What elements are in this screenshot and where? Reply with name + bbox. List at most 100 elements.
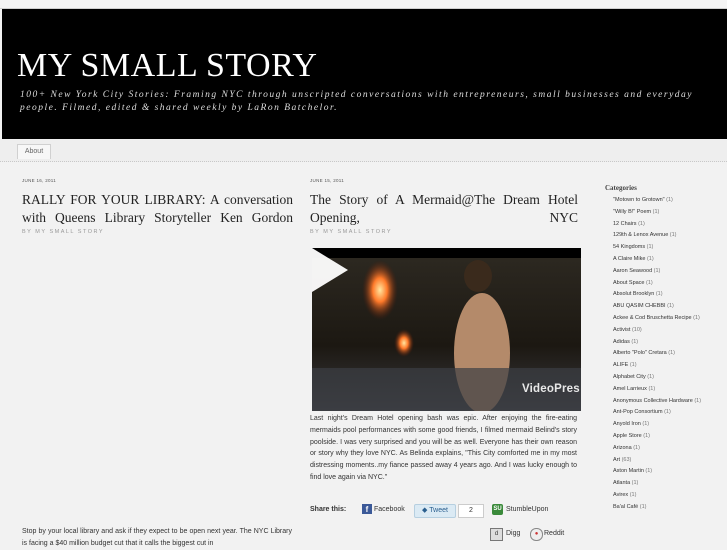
category-count: (1) — [633, 444, 640, 451]
site-tagline: 100+ New York City Stories: Framing NYC … — [20, 90, 694, 113]
category-item[interactable]: Avirex (1) — [613, 490, 721, 502]
category-item[interactable]: 12 Chairs (1) — [613, 219, 721, 231]
category-item[interactable]: Art (63) — [613, 455, 721, 467]
post-title[interactable]: RALLY FOR YOUR LIBRARY: A conversation w… — [22, 191, 293, 227]
category-name[interactable]: Ackee & Cod Bruschetta Recipe — [613, 315, 692, 321]
tweet-label: Tweet — [429, 507, 448, 514]
video-player[interactable]: VideoPres — [312, 248, 581, 411]
nav-bar — [0, 139, 727, 162]
category-item[interactable]: "Willy B!" Poem (1) — [613, 207, 721, 219]
category-item[interactable]: A Claire Mike (1) — [613, 254, 721, 266]
category-count: (1) — [646, 279, 653, 286]
category-name[interactable]: "Motown to Grotown" — [613, 197, 665, 203]
tweet-button[interactable]: ◆ Tweet — [414, 504, 456, 518]
category-name[interactable]: Alberto "Polo" Cretara — [613, 350, 667, 356]
category-item[interactable]: Ant-Pop Consortium (1) — [613, 407, 721, 419]
tweet-count: 2 — [458, 504, 484, 518]
category-name[interactable]: Amel Larrieux — [613, 386, 647, 392]
category-item[interactable]: 129th & Lenox Avenue (1) — [613, 230, 721, 242]
category-item[interactable]: Activist (10) — [613, 325, 721, 337]
category-item[interactable]: Alberto "Polo" Cretara (1) — [613, 348, 721, 360]
share-label: Share this: — [310, 506, 347, 513]
category-count: (1) — [652, 208, 660, 215]
category-name[interactable]: Aaron Seawood — [613, 268, 652, 274]
post-byline: BY MY SMALL STORY — [22, 229, 105, 235]
category-name[interactable]: Arizona — [613, 445, 632, 451]
post-excerpt: Stop by your local library and ask if th… — [22, 528, 292, 547]
category-item[interactable]: Apple Store (1) — [613, 431, 721, 443]
share-bar-secondary: d Digg ● Reddit — [490, 528, 580, 544]
post-title-line[interactable]: RALLY FOR YOUR LIBRARY: A conversation — [22, 191, 293, 209]
category-item[interactable]: Aston Martin (1) — [613, 466, 721, 478]
category-name[interactable]: Ba'al Café — [613, 504, 638, 510]
category-count: (1) — [647, 373, 654, 380]
nav-tab-about[interactable]: About — [17, 144, 51, 159]
category-item[interactable]: Ba'al Café (1) — [613, 502, 721, 514]
category-name[interactable]: Aston Martin — [613, 468, 644, 474]
post-title[interactable]: The Story of A Mermaid@The Dream Hotel O… — [310, 191, 578, 227]
category-name[interactable]: Activist — [613, 327, 630, 333]
category-name[interactable]: Alphabet City — [613, 374, 646, 380]
stumbleupon-icon[interactable]: SU — [492, 504, 503, 515]
play-icon[interactable] — [312, 248, 348, 292]
share-bar: Share this: f Facebook ◆ Tweet 2 SU Stum… — [310, 503, 585, 519]
post-date: JUNE 16, 2011 — [22, 178, 57, 183]
post-content: Last night's Dream Hotel opening bash wa… — [310, 415, 577, 481]
category-item[interactable]: "Motown to Grotown" (1) — [613, 195, 721, 207]
digg-icon[interactable]: d — [490, 528, 503, 541]
category-item[interactable]: Aaron Seawood (1) — [613, 266, 721, 278]
share-digg-button[interactable]: Digg — [506, 530, 520, 537]
category-name[interactable]: Art — [613, 457, 620, 463]
category-count: (1) — [629, 362, 637, 369]
category-item[interactable]: 54 Kingdoms (1) — [613, 242, 721, 254]
category-name[interactable]: Apple Store — [613, 433, 642, 439]
category-count: (1) — [694, 397, 702, 404]
category-name[interactable]: Atlanta — [613, 480, 630, 486]
category-item[interactable]: Amel Larrieux (1) — [613, 384, 721, 396]
category-name[interactable]: ALIFE — [613, 362, 628, 368]
category-item[interactable]: Absolut Brooklyn (1) — [613, 289, 721, 301]
facebook-icon[interactable]: f — [362, 504, 372, 514]
category-count: (1) — [631, 480, 639, 487]
category-item[interactable]: Adidas (1) — [613, 337, 721, 349]
category-name[interactable]: 54 Kingdoms — [613, 244, 645, 250]
category-name[interactable]: Avirex — [613, 492, 628, 498]
share-reddit-button[interactable]: Reddit — [544, 530, 564, 537]
category-count: (1) — [668, 350, 676, 357]
category-item[interactable]: About Space (1) — [613, 278, 721, 290]
category-name[interactable]: Anyold Iron — [613, 421, 641, 427]
reddit-icon[interactable]: ● — [530, 528, 543, 541]
category-count: (1) — [646, 244, 654, 251]
category-count: (1) — [631, 338, 639, 345]
category-name[interactable]: About Space — [613, 280, 645, 286]
category-item[interactable]: Alphabet City (1) — [613, 372, 721, 384]
categories-heading: Categories — [605, 184, 637, 192]
share-stumbleupon-button[interactable]: StumbleUpon — [506, 506, 548, 513]
category-name[interactable]: 129th & Lenox Avenue — [613, 232, 668, 238]
category-name[interactable]: Absolut Brooklyn — [613, 291, 654, 297]
category-item[interactable]: Atlanta (1) — [613, 478, 721, 490]
post-title-line[interactable]: with Queens Library Storyteller Ken Gord… — [22, 209, 293, 227]
site-title[interactable]: MY SMALL STORY — [17, 47, 317, 85]
post-title-line[interactable]: Opening, NYC — [310, 209, 578, 227]
category-item[interactable]: Anonymous Collective Hardware (1) — [613, 396, 721, 408]
category-item[interactable]: ABU QASIM CHEBBI (1) — [613, 301, 721, 313]
site-header: MY SMALL STORY 100+ New York City Storie… — [2, 9, 727, 139]
category-name[interactable]: ABU QASIM CHEBBI — [613, 303, 666, 309]
category-item[interactable]: ALIFE (1) — [613, 360, 721, 372]
category-name[interactable]: Adidas — [613, 339, 630, 345]
top-border — [0, 0, 727, 9]
category-name[interactable]: "Willy B!" Poem — [613, 209, 651, 215]
category-count: (1) — [646, 255, 654, 262]
category-item[interactable]: Arizona (1) — [613, 443, 721, 455]
category-name[interactable]: Ant-Pop Consortium — [613, 409, 663, 415]
category-item[interactable]: Anyold Iron (1) — [613, 419, 721, 431]
category-name[interactable]: Anonymous Collective Hardware — [613, 398, 693, 404]
category-item[interactable]: Ackee & Cod Bruschetta Recipe (1) — [613, 313, 721, 325]
share-facebook-button[interactable]: Facebook — [374, 506, 405, 513]
post-title-line[interactable]: The Story of A Mermaid@The Dream Hotel — [310, 191, 578, 209]
category-name[interactable]: 12 Chairs — [613, 221, 637, 227]
category-name[interactable]: A Claire Mike — [613, 256, 645, 262]
category-count: (1) — [639, 503, 647, 510]
category-count: (1) — [667, 303, 674, 310]
